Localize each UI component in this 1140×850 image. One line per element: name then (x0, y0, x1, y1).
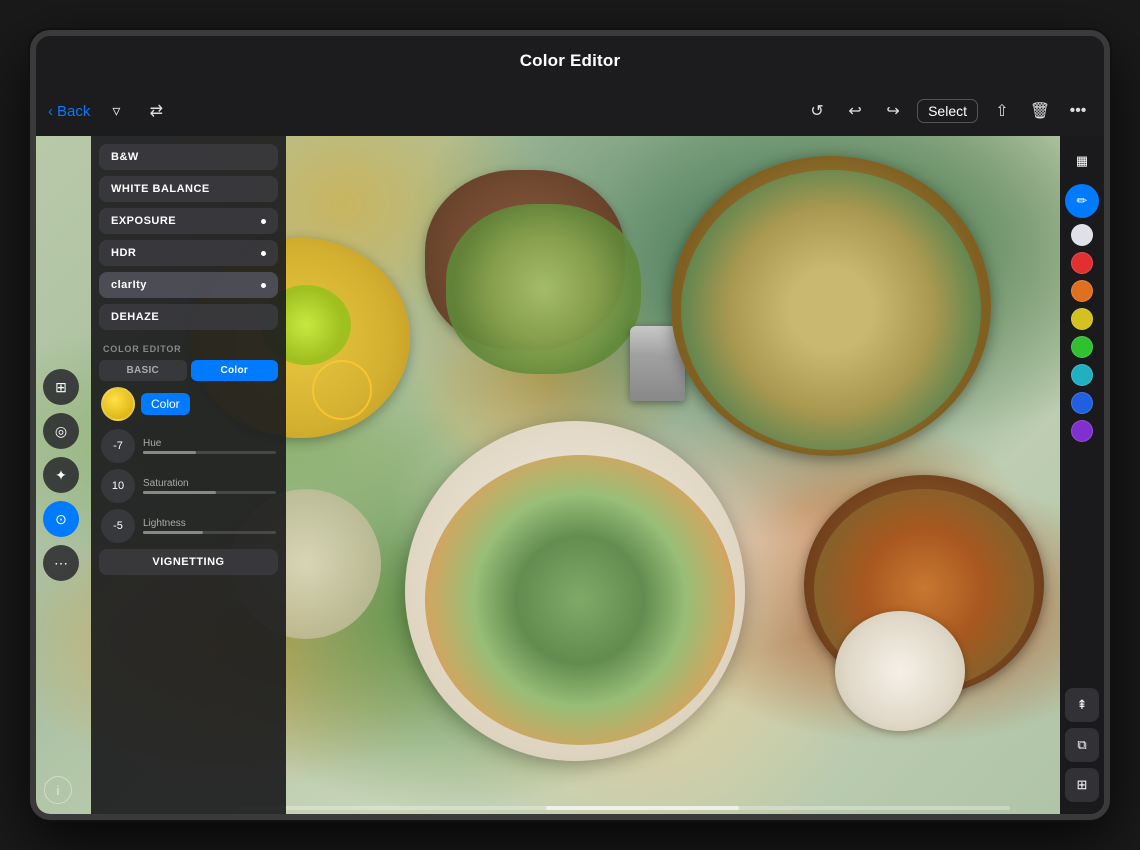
sauce-bowl (835, 611, 965, 731)
app-content: ‹ Back ▿ ⇄ ↺ ↩ ↪ Select ⇧ 🗑 ••• (36, 86, 1104, 814)
left-sidebar: B&W WHITE BALANCE EXPOSURE HDR clarIty (91, 136, 286, 814)
trash-icon[interactable]: 🗑 (1026, 97, 1054, 125)
scroll-thumb (546, 806, 740, 810)
dehaze-button[interactable]: DEHAZE (99, 304, 278, 330)
color-dot-yellow[interactable] (1071, 308, 1093, 330)
back-button[interactable]: ‹ Back (48, 103, 90, 120)
color-dot-purple[interactable] (1071, 420, 1093, 442)
toolbar: ‹ Back ▿ ⇄ ↺ ↩ ↪ Select ⇧ 🗑 ••• (36, 86, 1104, 136)
color-editor-section-label: COLOR EDITOR (91, 340, 286, 356)
info-button[interactable]: i (44, 776, 72, 804)
device-frame: Color Editor ‹ Back ▿ ⇄ ↺ ↩ ↪ Select ⇧ 🗑… (30, 30, 1110, 820)
left-tool-icons: ⊞ ◎ ✦ ⊙ ⋯ (36, 361, 86, 589)
chevron-left-icon: ‹ (48, 103, 53, 120)
hue-slider-container: Hue (143, 438, 276, 454)
color-circle-picker[interactable] (101, 387, 135, 421)
redo-icon[interactable]: ↪ (879, 97, 907, 125)
layers-icon-btn-right[interactable]: ⧉ (1065, 728, 1099, 762)
texture-icon-btn[interactable]: ▦ (1065, 144, 1099, 178)
color-dot-red[interactable] (1071, 252, 1093, 274)
share-icon[interactable]: ⇧ (988, 97, 1016, 125)
color-dot-green[interactable] (1071, 336, 1093, 358)
brush-icon-btn[interactable]: ✦ (43, 457, 79, 493)
more-icon[interactable]: ••• (1064, 97, 1092, 125)
hue-track[interactable] (143, 451, 276, 454)
sidebar-tools: B&W WHITE BALANCE EXPOSURE HDR clarIty (91, 136, 286, 340)
lightness-value: -5 (101, 509, 135, 543)
main-area: ⊞ ◎ ✦ ⊙ ⋯ i B&W WHITE BALANCE (36, 136, 1104, 814)
white-balance-label: WHITE BALANCE (111, 183, 210, 195)
bottom-right-icons: ⇞ ⧉ ⊞ (1065, 688, 1099, 806)
right-tool-icons: ▦ ✏ ⇞ ⧉ ⊞ (1060, 136, 1104, 814)
exposure-label: EXPOSURE (111, 215, 176, 227)
color-tab-row: BASIC Color (99, 360, 278, 381)
toolbar-left: ‹ Back ▿ ⇄ (48, 97, 795, 125)
hdr-indicator (261, 251, 266, 256)
saturation-slider-container: Saturation (143, 478, 276, 494)
hdr-label: HDR (111, 247, 136, 259)
hue-value: -7 (101, 429, 135, 463)
dehaze-label: DEHAZE (111, 311, 159, 323)
saturation-value: 10 (101, 469, 135, 503)
layers-icon-btn[interactable]: ⊞ (43, 369, 79, 405)
cucumber-content (446, 204, 641, 374)
lightness-slider-row: -5 Lightness (99, 509, 278, 543)
lightness-fill (143, 531, 203, 534)
hue-label: Hue (143, 438, 276, 449)
select-button[interactable]: Select (917, 99, 978, 123)
lightness-track[interactable] (143, 531, 276, 534)
sort-icon[interactable]: ⇄ (142, 97, 170, 125)
grid-icon-btn[interactable]: ⊞ (1065, 768, 1099, 802)
exposure-indicator (261, 219, 266, 224)
pen-icon-btn[interactable]: ✏ (1065, 184, 1099, 218)
saturation-fill (143, 491, 216, 494)
clarity-label: clarIty (111, 279, 147, 291)
lightness-label: Lightness (143, 518, 276, 529)
color-dot-white[interactable] (1071, 224, 1093, 246)
vignetting-button[interactable]: VIGNETTING (99, 549, 278, 575)
hdr-button[interactable]: HDR (99, 240, 278, 266)
color-tab[interactable]: Color (191, 360, 279, 381)
color-dot-orange[interactable] (1071, 280, 1093, 302)
pizza-content (681, 170, 981, 450)
title-bar: Color Editor (36, 36, 1104, 86)
toolbar-right: ↺ ↩ ↪ Select ⇧ 🗑 ••• (803, 97, 1092, 125)
filter-icon[interactable]: ▿ (102, 97, 130, 125)
export-icon-btn[interactable]: ⇞ (1065, 688, 1099, 722)
basic-tab[interactable]: BASIC (99, 360, 187, 381)
color-dot-teal[interactable] (1071, 364, 1093, 386)
saturation-label: Saturation (143, 478, 276, 489)
hue-fill (143, 451, 196, 454)
salad-plate (425, 455, 735, 745)
hue-slider-row: -7 Hue (99, 429, 278, 463)
color-label-button[interactable]: Color (141, 393, 190, 415)
lightness-slider-container: Lightness (143, 518, 276, 534)
back-label: Back (57, 103, 90, 120)
scroll-bar[interactable] (236, 806, 1010, 810)
clarity-indicator (261, 283, 266, 288)
lens-icon-btn[interactable]: ◎ (43, 413, 79, 449)
bw-label: B&W (111, 151, 139, 163)
saturation-slider-row: 10 Saturation (99, 469, 278, 503)
color-dot-blue[interactable] (1071, 392, 1093, 414)
filter-icon-btn[interactable]: ⊙ (43, 501, 79, 537)
bw-button[interactable]: B&W (99, 144, 278, 170)
dots-icon-btn[interactable]: ⋯ (43, 545, 79, 581)
white-balance-button[interactable]: WHITE BALANCE (99, 176, 278, 202)
saturation-track[interactable] (143, 491, 276, 494)
exposure-button[interactable]: EXPOSURE (99, 208, 278, 234)
clarity-button[interactable]: clarIty (99, 272, 278, 298)
app-title: Color Editor (520, 51, 621, 71)
rotate-left-icon[interactable]: ↺ (803, 97, 831, 125)
color-editor-section: BASIC Color Color -7 Hue (91, 356, 286, 583)
color-circle-row: Color (99, 387, 278, 421)
undo-icon[interactable]: ↩ (841, 97, 869, 125)
